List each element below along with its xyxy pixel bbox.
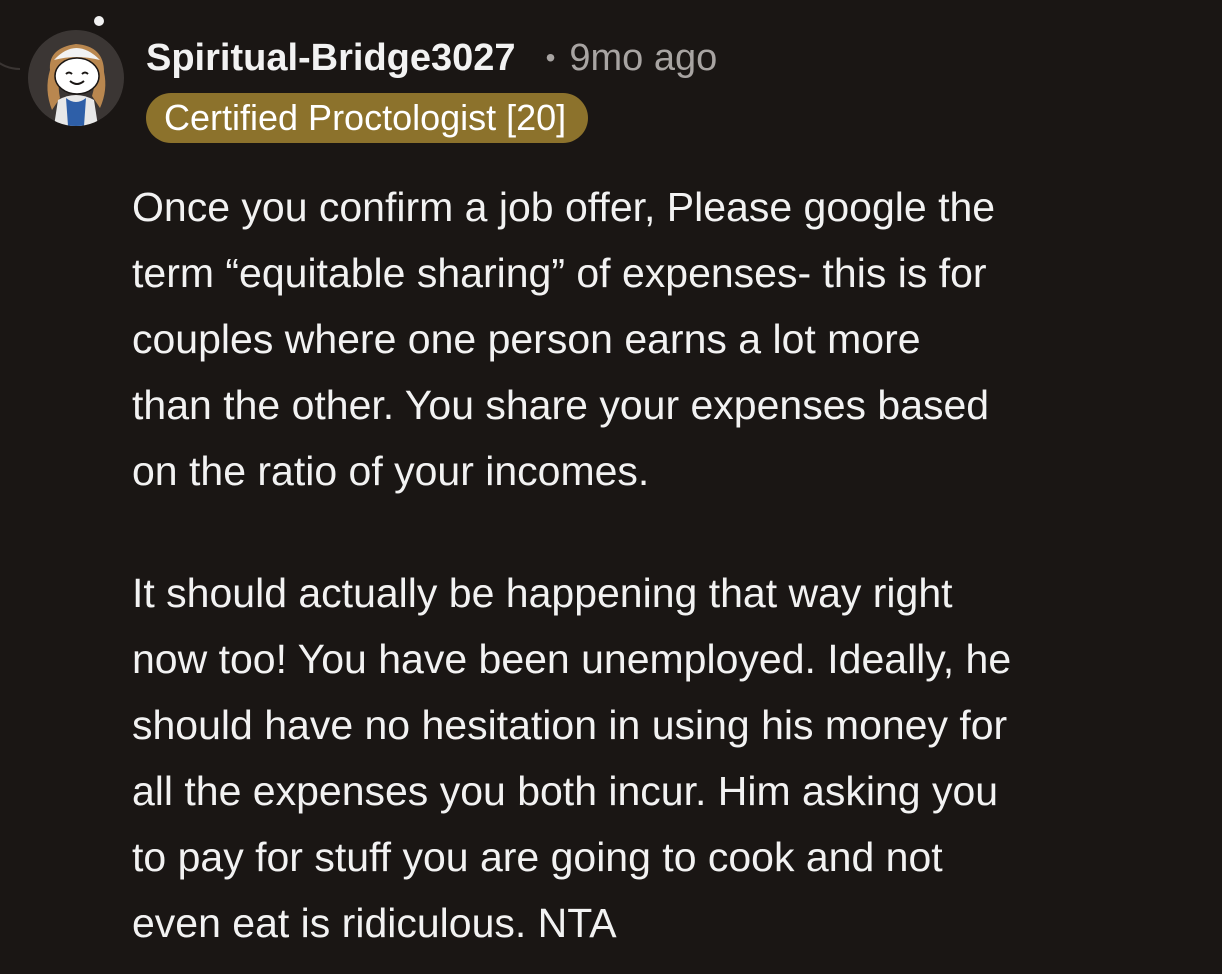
comment-body: Once you confirm a job offer, Please goo… xyxy=(132,174,1192,956)
comment-paragraph: Once you confirm a job offer, Please goo… xyxy=(132,184,996,494)
snoo-avatar-icon xyxy=(28,30,124,126)
timestamp[interactable]: 9mo ago xyxy=(569,37,717,80)
avatar[interactable] xyxy=(28,30,124,126)
thread-line xyxy=(0,0,20,70)
username-link[interactable]: Spiritual-Bridge3027 xyxy=(146,37,516,80)
user-flair-badge: Certified Proctologist [20] xyxy=(146,93,589,143)
comment-paragraph: It should actually be happening that way… xyxy=(132,570,1012,946)
antenna-dot xyxy=(94,16,104,26)
comment-header: Spiritual-Bridge3027 • 9mo ago xyxy=(146,34,717,82)
separator-dot: • xyxy=(545,42,556,73)
